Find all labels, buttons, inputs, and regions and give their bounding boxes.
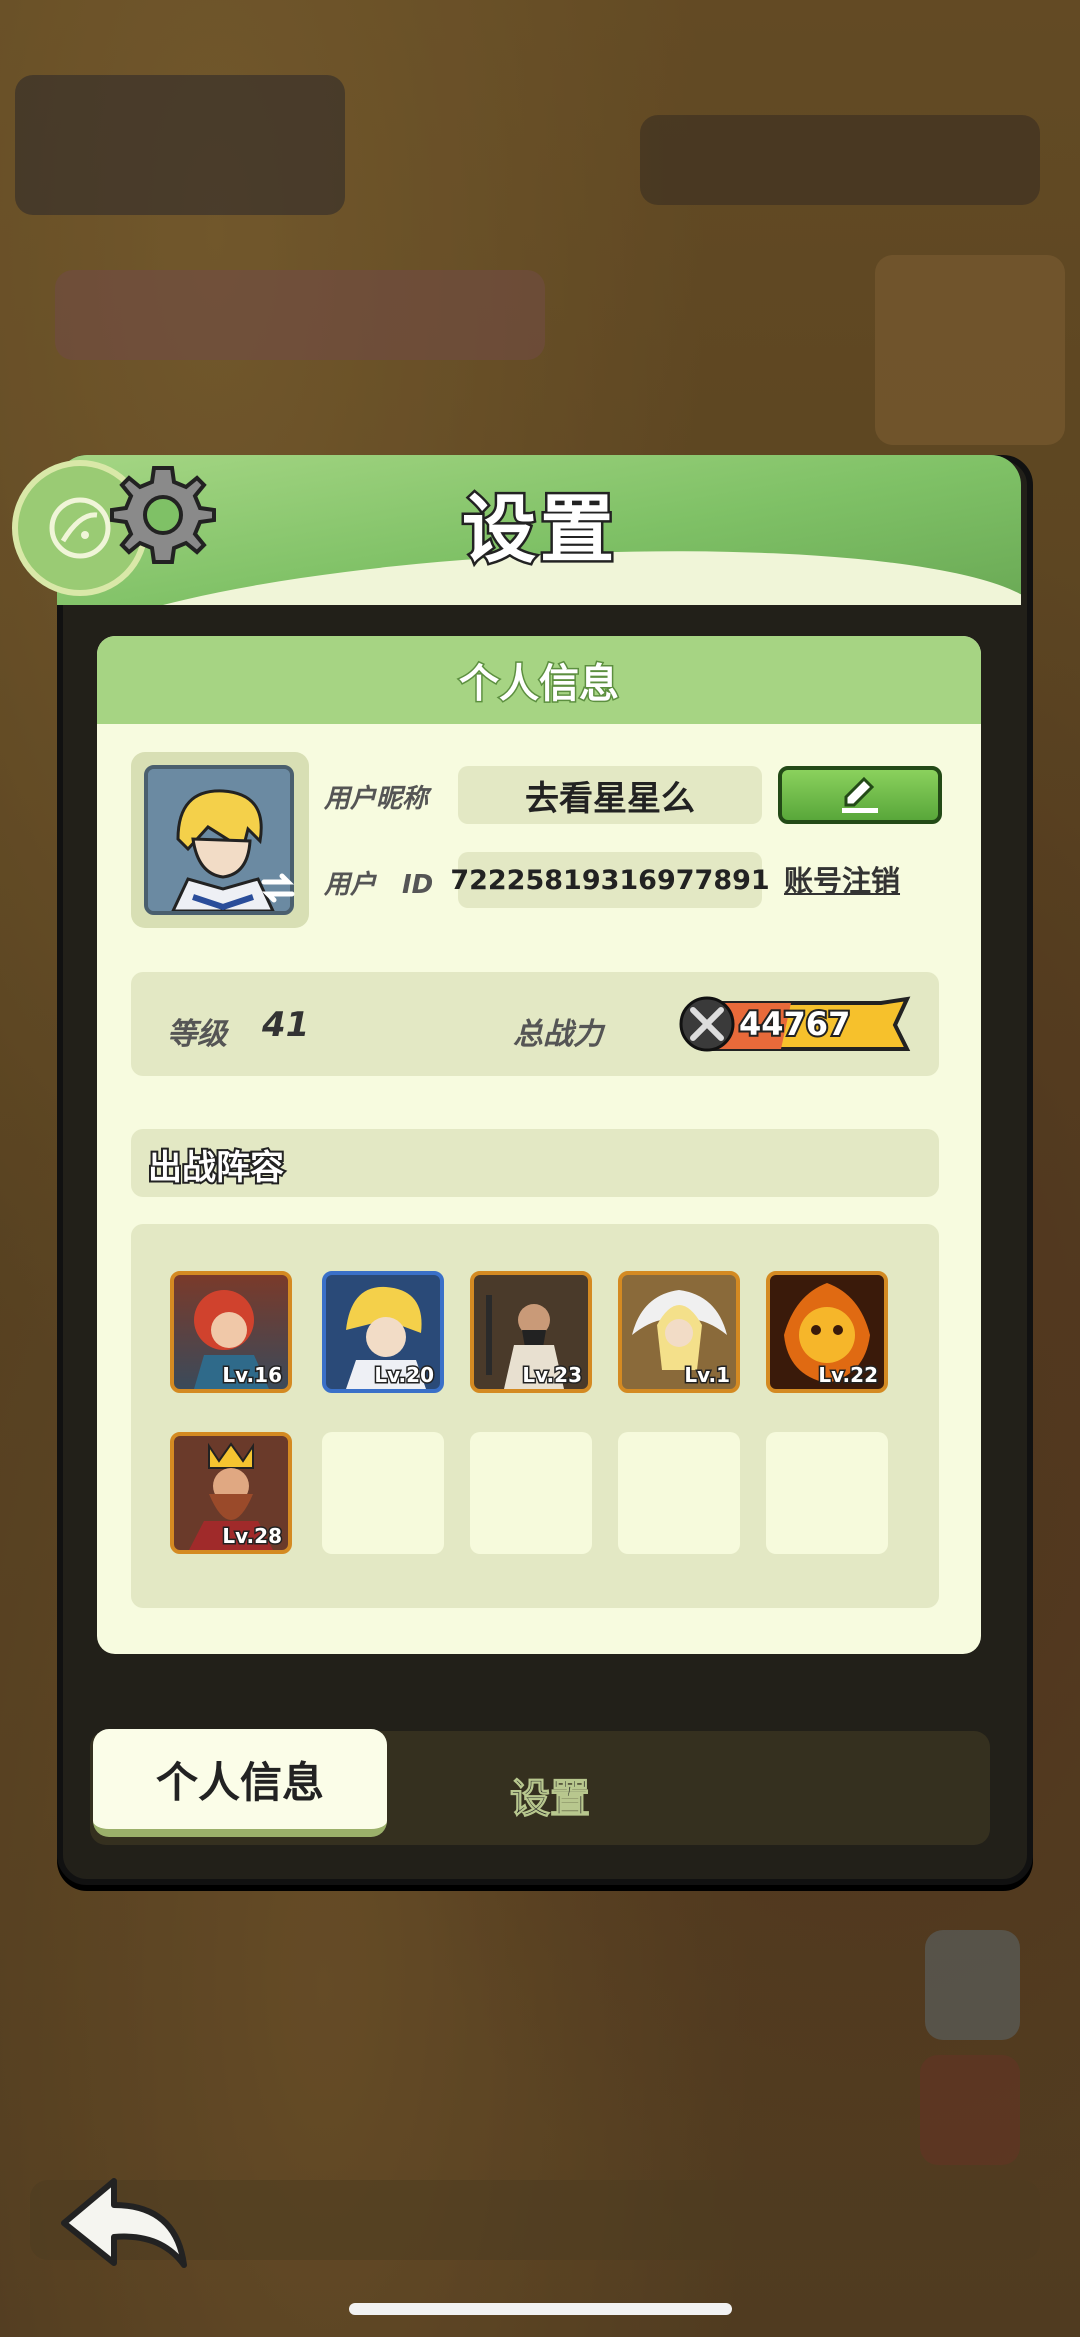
- home-indicator[interactable]: [349, 2303, 732, 2315]
- empty-hero-slot[interactable]: [766, 1432, 888, 1554]
- hero-slot-5[interactable]: Lv.22: [766, 1271, 888, 1393]
- tab-settings[interactable]: 设置: [510, 1766, 591, 1824]
- power-label: 总战力: [513, 1017, 603, 1052]
- page-title: 设置: [460, 485, 618, 576]
- nickname-field: 去看星星么: [458, 766, 762, 824]
- lineup-title: 出战阵容: [146, 1146, 286, 1190]
- level-label: 等级: [167, 1017, 227, 1052]
- swap-arrow-icon[interactable]: [258, 868, 298, 908]
- nickname-label: 用户昵称: [324, 784, 429, 814]
- empty-hero-slot[interactable]: [470, 1432, 592, 1554]
- edit-nickname-button[interactable]: [778, 766, 942, 824]
- hero-slot-3[interactable]: Lv.23: [470, 1271, 592, 1393]
- hero-level: Lv.28: [221, 1523, 284, 1550]
- empty-hero-slot[interactable]: [322, 1432, 444, 1554]
- hero-level: Lv.1: [683, 1362, 732, 1389]
- back-button[interactable]: [56, 2175, 196, 2275]
- hero-level: Lv.20: [373, 1362, 436, 1389]
- empty-hero-slot[interactable]: [618, 1432, 740, 1554]
- level-value: 41: [262, 1005, 310, 1045]
- hero-slot-4[interactable]: Lv.1: [618, 1271, 740, 1393]
- hero-slot-6[interactable]: Lv.28: [170, 1432, 292, 1554]
- back-arrow-icon: [61, 2178, 187, 2268]
- hero-level: Lv.16: [221, 1362, 284, 1389]
- tab-profile[interactable]: 个人信息: [93, 1729, 387, 1837]
- hero-level: Lv.22: [817, 1362, 880, 1389]
- hero-level: Lv.23: [521, 1362, 584, 1389]
- hero-slot-1[interactable]: Lv.16: [170, 1271, 292, 1393]
- hero-slot-2[interactable]: Lv.20: [322, 1271, 444, 1393]
- user-id-field: 72225819316977891: [450, 852, 770, 908]
- crossed-swords-icon: [679, 996, 735, 1052]
- logout-link[interactable]: 账号注销: [784, 858, 900, 900]
- power-value: 44767: [737, 1003, 852, 1045]
- edit-pencil-icon: [842, 776, 878, 813]
- id-label: 用户 ID: [324, 870, 434, 900]
- section-header: 个人信息: [97, 636, 981, 724]
